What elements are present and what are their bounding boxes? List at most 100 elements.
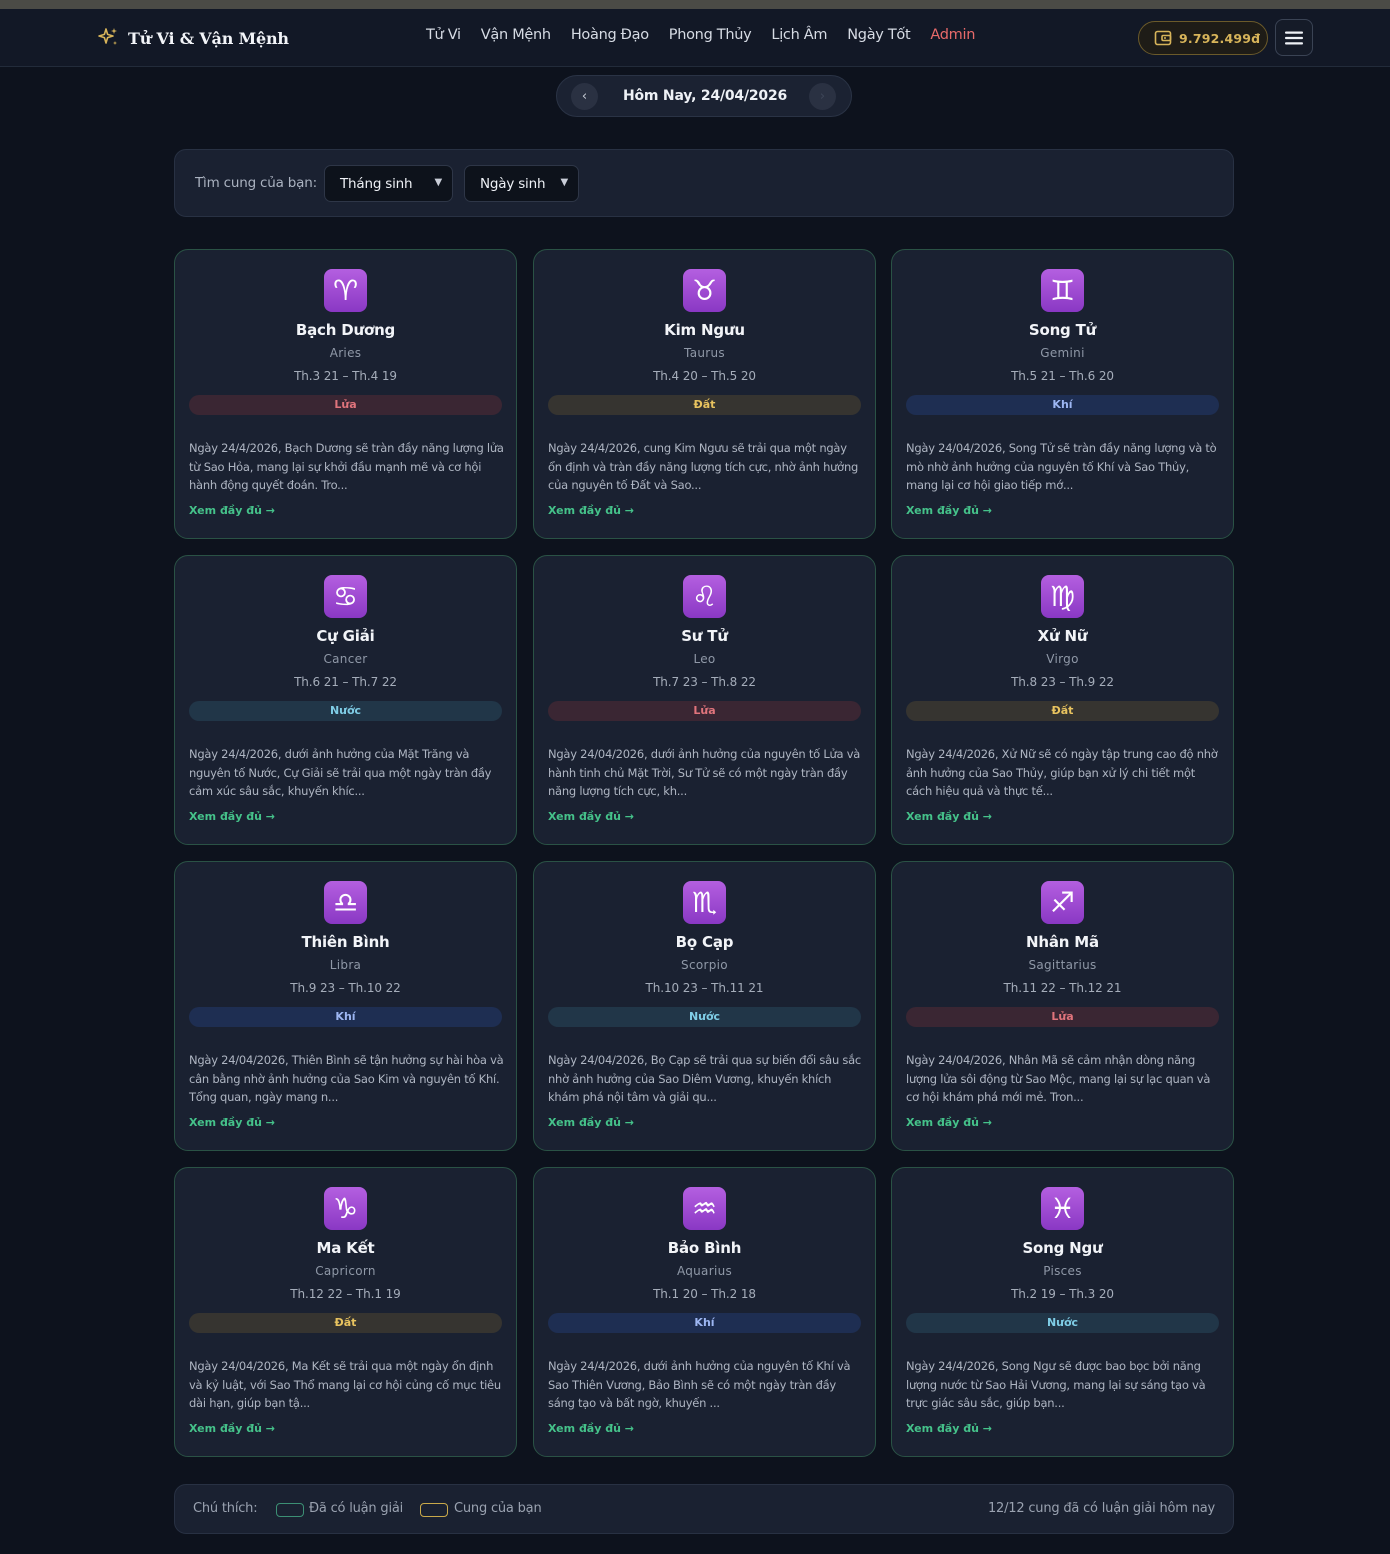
birth-day-select[interactable]: Ngày sinh ▼: [464, 165, 579, 202]
element-badge: Nước: [548, 1007, 861, 1027]
sign-latin-name: Cancer: [323, 652, 368, 666]
zodiac-symbol: ♒: [691, 1191, 718, 1225]
read-more-link[interactable]: Xem đầy đủ →: [906, 810, 992, 823]
nav-link-hoang-dao[interactable]: Hoàng Đạo: [571, 27, 649, 43]
element-badge: Đất: [906, 701, 1219, 721]
sign-latin-name: Sagittarius: [1028, 958, 1097, 972]
sign-latin-name: Gemini: [1040, 346, 1085, 360]
read-more-link[interactable]: Xem đầy đủ →: [906, 1116, 992, 1129]
zodiac-symbol: ♈: [332, 273, 359, 307]
sign-date-range: Th.9 23 – Th.10 22: [290, 981, 401, 995]
sign-name: Bảo Bình: [667, 1239, 742, 1257]
zodiac-symbol-icon: ♑: [324, 1187, 367, 1230]
zodiac-symbol-icon: ♎: [324, 881, 367, 924]
wallet-balance-button[interactable]: 9.792.499đ: [1138, 21, 1268, 55]
read-more-link[interactable]: Xem đầy đủ →: [906, 504, 992, 517]
sign-name: Bạch Dương: [295, 321, 396, 339]
wallet-icon: [1154, 30, 1172, 46]
zodiac-card[interactable]: ♍ Xử Nữ Virgo Th.8 23 – Th.9 22 Đất Ngày 24/4…: [891, 555, 1234, 845]
read-more-link[interactable]: Xem đầy đủ →: [548, 810, 634, 823]
zodiac-card[interactable]: ♏ Bọ Cạp Scorpio Th.10 23 – Th.11 21 Nước Ngà…: [533, 861, 876, 1151]
zodiac-symbol-icon: ♊: [1041, 269, 1084, 312]
sign-name: Nhân Mã: [1026, 933, 1099, 951]
brand-logo[interactable]: Tử Vi & Vận Mệnh: [96, 25, 289, 51]
legend-your-sign: Cung của bạn: [454, 1501, 542, 1516]
zodiac-card[interactable]: ♐ Nhân Mã Sagittarius Th.11 22 – Th.12 21 Lử…: [891, 861, 1234, 1151]
sign-latin-name: Aquarius: [676, 1264, 733, 1278]
zodiac-card[interactable]: ♉ Kim Ngưu Taurus Th.4 20 – Th.5 20 Đất Ngày …: [533, 249, 876, 539]
element-badge: Khí: [548, 1313, 861, 1333]
zodiac-card[interactable]: ♌ Sư Tử Leo Th.7 23 – Th.8 22 Lửa Ngày 24/04/…: [533, 555, 876, 845]
sign-latin-name: Scorpio: [681, 958, 728, 972]
read-more-link[interactable]: Xem đầy đủ →: [548, 1422, 634, 1435]
sign-name: Xử Nữ: [1037, 627, 1088, 645]
read-more-link[interactable]: Xem đầy đủ →: [189, 504, 275, 517]
legend-has-reading: Đã có luận giải: [309, 1501, 404, 1516]
wallet-amount: 9.792.499đ: [1179, 30, 1261, 46]
sign-latin-name: Taurus: [684, 346, 725, 360]
read-more-link[interactable]: Xem đầy đủ →: [189, 1422, 275, 1435]
zodiac-card[interactable]: ♈ Bạch Dương Aries Th.3 21 – Th.4 19 Lửa Ngày…: [174, 249, 517, 539]
read-more-link[interactable]: Xem đầy đủ →: [548, 504, 634, 517]
sign-latin-name: Capricorn: [315, 1264, 376, 1278]
nav-link-phong-thuy[interactable]: Phong Thủy: [669, 27, 752, 43]
zodiac-symbol-icon: ♍: [1041, 575, 1084, 618]
sign-summary: Ngày 24/04/2026, Thiên Bình sẽ tận hưởng…: [189, 1053, 504, 1104]
your-sign-swatch: [420, 1503, 448, 1517]
zodiac-symbol: ♓: [1049, 1191, 1076, 1225]
legend-label: Chú thích:: [193, 1501, 258, 1516]
sign-name: Bọ Cạp: [675, 933, 734, 951]
birth-day-value: Ngày sinh: [480, 175, 546, 192]
sign-summary: Ngày 24/4/2026, dưới ảnh hưởng của Mặt T…: [189, 747, 492, 798]
sign-date-range: Th.4 20 – Th.5 20: [653, 369, 756, 383]
nav-link-admin[interactable]: Admin: [930, 27, 975, 43]
zodiac-symbol: ♍: [1049, 579, 1076, 613]
zodiac-symbol-icon: ♋: [324, 575, 367, 618]
element-badge: Nước: [189, 701, 502, 721]
sign-date-range: Th.12 22 – Th.1 19: [290, 1287, 401, 1301]
caret-down-icon: ▼: [434, 177, 443, 188]
read-more-link[interactable]: Xem đầy đủ →: [548, 1116, 634, 1129]
zodiac-card[interactable]: ♓ Song Ngư Pisces Th.2 19 – Th.3 20 Nước Ngày…: [891, 1167, 1234, 1457]
sign-summary: Ngày 24/04/2026, dưới ảnh hưởng của nguy…: [548, 747, 861, 798]
nav-link-van-menh[interactable]: Vận Mệnh: [481, 27, 551, 43]
read-more-link[interactable]: Xem đầy đủ →: [906, 1422, 992, 1435]
read-more-link[interactable]: Xem đầy đủ →: [189, 810, 275, 823]
nav-link-ngay-tot[interactable]: Ngày Tốt: [847, 27, 910, 43]
sign-name: Kim Ngưu: [664, 321, 745, 339]
caret-down-icon: ▼: [560, 177, 569, 188]
zodiac-symbol: ♑: [332, 1191, 359, 1225]
sign-date-range: Th.11 22 – Th.12 21: [1003, 981, 1122, 995]
nav-link-lich-am[interactable]: Lịch Âm: [771, 27, 827, 43]
zodiac-symbol-icon: ♒: [683, 1187, 726, 1230]
zodiac-symbol: ♐: [1049, 885, 1076, 919]
sign-latin-name: Pisces: [1043, 1264, 1082, 1278]
birth-month-select[interactable]: Tháng sinh ▼: [324, 165, 453, 202]
sign-summary: Ngày 24/04/2026, Bọ Cạp sẽ trải qua sự b…: [548, 1053, 861, 1104]
sign-summary: Ngày 24/4/2026, dưới ảnh hưởng của nguyê…: [548, 1359, 851, 1410]
menu-button[interactable]: [1275, 19, 1313, 56]
next-day-button[interactable]: ›: [809, 83, 836, 110]
zodiac-card[interactable]: ♎ Thiên Bình Libra Th.9 23 – Th.10 22 Khí Ngà…: [174, 861, 517, 1151]
sign-name: Sư Tử: [681, 627, 728, 645]
zodiac-card[interactable]: ♋ Cự Giải Cancer Th.6 21 – Th.7 22 Nước Ngày …: [174, 555, 517, 845]
nav-link-tu-vi[interactable]: Tử Vi: [426, 27, 461, 43]
zodiac-symbol-icon: ♉: [683, 269, 726, 312]
sign-summary: Ngày 24/4/2026, Song Ngư sẽ được bao bọc…: [906, 1359, 1206, 1410]
sign-summary: Ngày 24/04/2026, Song Tử sẽ tràn đầy năn…: [906, 441, 1217, 492]
sign-name: Song Ngư: [1022, 1239, 1103, 1257]
zodiac-card[interactable]: ♑ Ma Kết Capricorn Th.12 22 – Th.1 19 Đất Ngà…: [174, 1167, 517, 1457]
sign-name: Ma Kết: [316, 1239, 375, 1257]
reading-count: 12/12 cung đã có luận giải hôm nay: [987, 1501, 1215, 1516]
element-badge: Khí: [189, 1007, 502, 1027]
zodiac-card[interactable]: ♊ Song Tử Gemini Th.5 21 – Th.6 20 Khí Ngày 2…: [891, 249, 1234, 539]
zodiac-card[interactable]: ♒ Bảo Bình Aquarius Th.1 20 – Th.2 18 Khí Ngà…: [533, 1167, 876, 1457]
sign-date-range: Th.7 23 – Th.8 22: [653, 675, 756, 689]
read-more-link[interactable]: Xem đầy đủ →: [189, 1116, 275, 1129]
zodiac-symbol-icon: ♐: [1041, 881, 1084, 924]
sign-summary: Ngày 24/04/2026, Ma Kết sẽ trải qua một …: [189, 1359, 501, 1410]
date-navigator: ‹ Hôm Nay, 24/04/2026 ›: [556, 75, 852, 117]
element-badge: Đất: [189, 1313, 502, 1333]
sign-latin-name: Virgo: [1046, 652, 1079, 666]
sign-finder: Tìm cung của bạn: Tháng sinh ▼ Ngày sinh…: [174, 149, 1234, 217]
